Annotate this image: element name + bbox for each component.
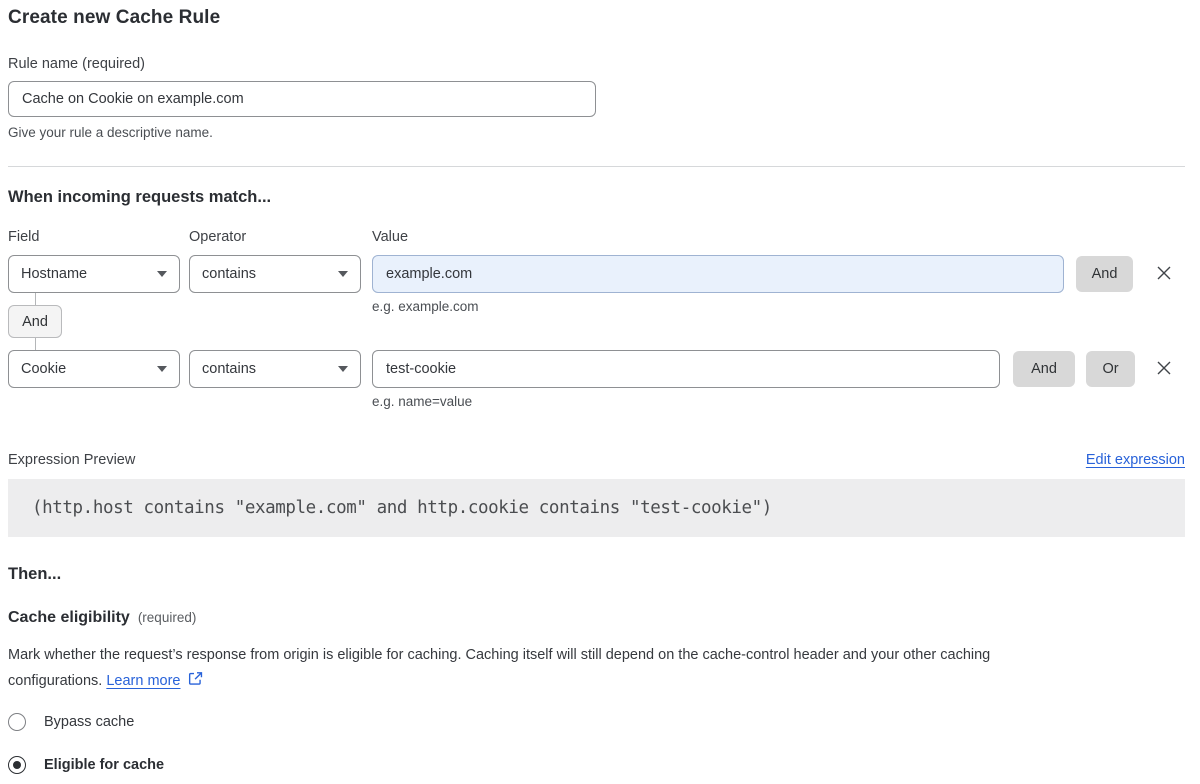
- condition-row-1: Hostname contains And: [8, 255, 1185, 293]
- radio-label-eligible: Eligible for cache: [44, 757, 164, 773]
- close-icon: [1153, 357, 1175, 382]
- value-hint-1: e.g. example.com: [372, 299, 479, 315]
- chevron-down-icon: [157, 271, 167, 277]
- cache-eligibility-header: Cache eligibility (required): [8, 609, 1185, 627]
- external-link-icon: [187, 670, 204, 696]
- and-connector-toggle[interactable]: And: [8, 305, 62, 338]
- field-select-1-value: Hostname: [21, 266, 87, 282]
- remove-condition-1-button[interactable]: [1152, 262, 1176, 286]
- cache-eligibility-title: Cache eligibility: [8, 609, 130, 627]
- radio-option-bypass-cache[interactable]: Bypass cache: [8, 712, 1185, 732]
- page-title: Create new Cache Rule: [8, 6, 1185, 30]
- and-button-row-2[interactable]: And: [1013, 351, 1075, 387]
- value-column-label: Value: [372, 229, 408, 245]
- field-column-label: Field: [8, 229, 39, 245]
- field-select-1[interactable]: Hostname: [8, 255, 180, 293]
- rule-name-label: Rule name (required): [8, 56, 1185, 73]
- radio-label-bypass: Bypass cache: [44, 714, 134, 730]
- operator-select-2-value: contains: [202, 361, 256, 377]
- expression-code: (http.host contains "example.com" and ht…: [32, 498, 772, 518]
- and-button-row-1[interactable]: And: [1076, 256, 1133, 292]
- rule-name-helper: Give your rule a descriptive name.: [8, 124, 1185, 141]
- create-cache-rule-page: Create new Cache Rule Rule name (require…: [0, 0, 1200, 784]
- or-button-row-2[interactable]: Or: [1086, 351, 1135, 387]
- value-hint-2: e.g. name=value: [372, 394, 1185, 410]
- close-icon: [1153, 262, 1175, 287]
- condition-row-2: Cookie contains And Or: [8, 350, 1185, 388]
- cache-eligibility-description: Mark whether the request’s response from…: [8, 642, 1173, 696]
- value-input-1[interactable]: [372, 255, 1064, 293]
- match-section-heading: When incoming requests match...: [8, 187, 1185, 207]
- connector-line-bottom: [35, 338, 36, 350]
- radio-option-eligible-for-cache[interactable]: Eligible for cache: [8, 755, 1185, 775]
- chevron-down-icon: [338, 271, 348, 277]
- radio-unselected-icon: [8, 713, 26, 731]
- connector-line-top: [35, 293, 36, 305]
- operator-select-1[interactable]: contains: [189, 255, 361, 293]
- operator-select-2[interactable]: contains: [189, 350, 361, 388]
- operator-column-label: Operator: [189, 229, 246, 245]
- radio-selected-icon: [8, 756, 26, 774]
- value-input-2[interactable]: [372, 350, 1000, 388]
- chevron-down-icon: [157, 366, 167, 372]
- expression-preview-box: (http.host contains "example.com" and ht…: [8, 479, 1185, 537]
- expression-preview-header: Expression Preview Edit expression: [8, 452, 1185, 468]
- cache-eligibility-required-tag: (required): [138, 610, 197, 625]
- section-divider: [8, 166, 1185, 167]
- field-select-2-value: Cookie: [21, 361, 66, 377]
- chevron-down-icon: [338, 366, 348, 372]
- operator-select-1-value: contains: [202, 266, 256, 282]
- description-line-1: Mark whether the request’s response from…: [8, 647, 990, 663]
- then-section-heading: Then...: [8, 564, 1185, 584]
- condition-connector-zone: e.g. example.com And: [8, 293, 1185, 350]
- description-line-2: configurations.: [8, 673, 102, 689]
- edit-expression-link[interactable]: Edit expression: [1086, 452, 1185, 468]
- condition-column-labels: Field Operator Value: [8, 229, 1185, 246]
- expression-preview-label: Expression Preview: [8, 452, 135, 468]
- rule-name-input[interactable]: [8, 81, 596, 117]
- field-select-2[interactable]: Cookie: [8, 350, 180, 388]
- learn-more-link[interactable]: Learn more: [106, 673, 180, 689]
- remove-condition-2-button[interactable]: [1152, 357, 1176, 381]
